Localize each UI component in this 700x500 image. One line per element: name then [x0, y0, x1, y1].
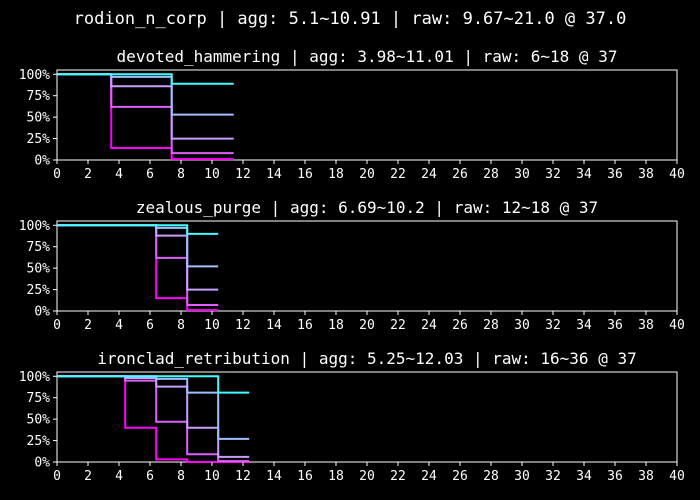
x-tick-label: 14	[266, 318, 282, 333]
x-tick-label: 12	[235, 167, 251, 182]
y-tick-label: 50%	[27, 111, 51, 126]
x-tick-label: 16	[297, 469, 313, 484]
x-tick-label: 2	[84, 469, 92, 484]
subplot-title: zealous_purge | agg: 6.69~10.2 | raw: 12…	[136, 198, 598, 217]
x-tick-label: 28	[483, 167, 499, 182]
x-tick-label: 30	[514, 469, 530, 484]
x-tick-label: 36	[607, 469, 623, 484]
x-tick-label: 8	[177, 167, 185, 182]
y-tick-label: 25%	[27, 434, 51, 449]
figure-title: rodion_n_corp | agg: 5.1~10.91 | raw: 9.…	[74, 9, 627, 29]
chart-figure: rodion_n_corp | agg: 5.1~10.91 | raw: 9.…	[0, 0, 700, 500]
x-tick-label: 34	[576, 469, 592, 484]
x-tick-label: 24	[421, 318, 437, 333]
x-tick-label: 34	[576, 167, 592, 182]
x-tick-label: 22	[390, 167, 406, 182]
x-tick-label: 12	[235, 469, 251, 484]
x-tick-label: 20	[359, 469, 375, 484]
x-tick-label: 24	[421, 167, 437, 182]
x-tick-label: 16	[297, 318, 313, 333]
x-tick-label: 2	[84, 318, 92, 333]
y-tick-label: 0%	[34, 154, 50, 169]
x-tick-label: 30	[514, 318, 530, 333]
y-tick-label: 75%	[27, 89, 51, 104]
x-tick-label: 32	[545, 469, 561, 484]
x-tick-label: 4	[115, 469, 123, 484]
x-tick-label: 38	[638, 318, 654, 333]
x-tick-label: 6	[146, 469, 154, 484]
y-tick-label: 50%	[27, 413, 51, 428]
y-tick-label: 0%	[34, 305, 50, 320]
x-tick-label: 14	[266, 167, 282, 182]
x-tick-label: 18	[328, 469, 344, 484]
y-tick-label: 100%	[19, 68, 50, 83]
x-tick-label: 22	[390, 469, 406, 484]
x-tick-label: 10	[204, 318, 220, 333]
x-tick-label: 12	[235, 318, 251, 333]
x-tick-label: 2	[84, 167, 92, 182]
y-tick-label: 75%	[27, 391, 51, 406]
x-tick-label: 26	[452, 318, 468, 333]
x-tick-label: 22	[390, 318, 406, 333]
x-tick-label: 10	[204, 167, 220, 182]
x-tick-label: 20	[359, 167, 375, 182]
x-tick-label: 32	[545, 167, 561, 182]
x-tick-label: 18	[328, 167, 344, 182]
x-tick-label: 0	[53, 469, 61, 484]
x-tick-label: 36	[607, 167, 623, 182]
x-tick-label: 32	[545, 318, 561, 333]
x-tick-label: 4	[115, 167, 123, 182]
y-tick-label: 100%	[19, 370, 50, 385]
y-tick-label: 0%	[34, 456, 50, 471]
x-tick-label: 38	[638, 469, 654, 484]
x-tick-label: 28	[483, 318, 499, 333]
x-tick-label: 8	[177, 469, 185, 484]
x-tick-label: 6	[146, 318, 154, 333]
subplot-title: devoted_hammering | agg: 3.98~11.01 | ra…	[117, 47, 618, 66]
x-tick-label: 26	[452, 469, 468, 484]
x-tick-label: 30	[514, 167, 530, 182]
subplot-title: ironclad_retribution | agg: 5.25~12.03 |…	[97, 349, 636, 368]
y-tick-label: 75%	[27, 240, 51, 255]
x-tick-label: 16	[297, 167, 313, 182]
x-tick-label: 38	[638, 167, 654, 182]
x-tick-label: 40	[669, 469, 685, 484]
x-tick-label: 20	[359, 318, 375, 333]
x-tick-label: 40	[669, 167, 685, 182]
x-tick-label: 10	[204, 469, 220, 484]
x-tick-label: 40	[669, 318, 685, 333]
x-tick-label: 8	[177, 318, 185, 333]
y-tick-label: 50%	[27, 262, 51, 277]
x-tick-label: 34	[576, 318, 592, 333]
x-tick-label: 18	[328, 318, 344, 333]
x-tick-label: 0	[53, 167, 61, 182]
x-tick-label: 28	[483, 469, 499, 484]
x-tick-label: 24	[421, 469, 437, 484]
y-tick-label: 25%	[27, 283, 51, 298]
x-tick-label: 14	[266, 469, 282, 484]
x-tick-label: 4	[115, 318, 123, 333]
x-tick-label: 36	[607, 318, 623, 333]
y-tick-label: 25%	[27, 132, 51, 147]
x-tick-label: 6	[146, 167, 154, 182]
x-tick-label: 0	[53, 318, 61, 333]
x-tick-label: 26	[452, 167, 468, 182]
y-tick-label: 100%	[19, 219, 50, 234]
